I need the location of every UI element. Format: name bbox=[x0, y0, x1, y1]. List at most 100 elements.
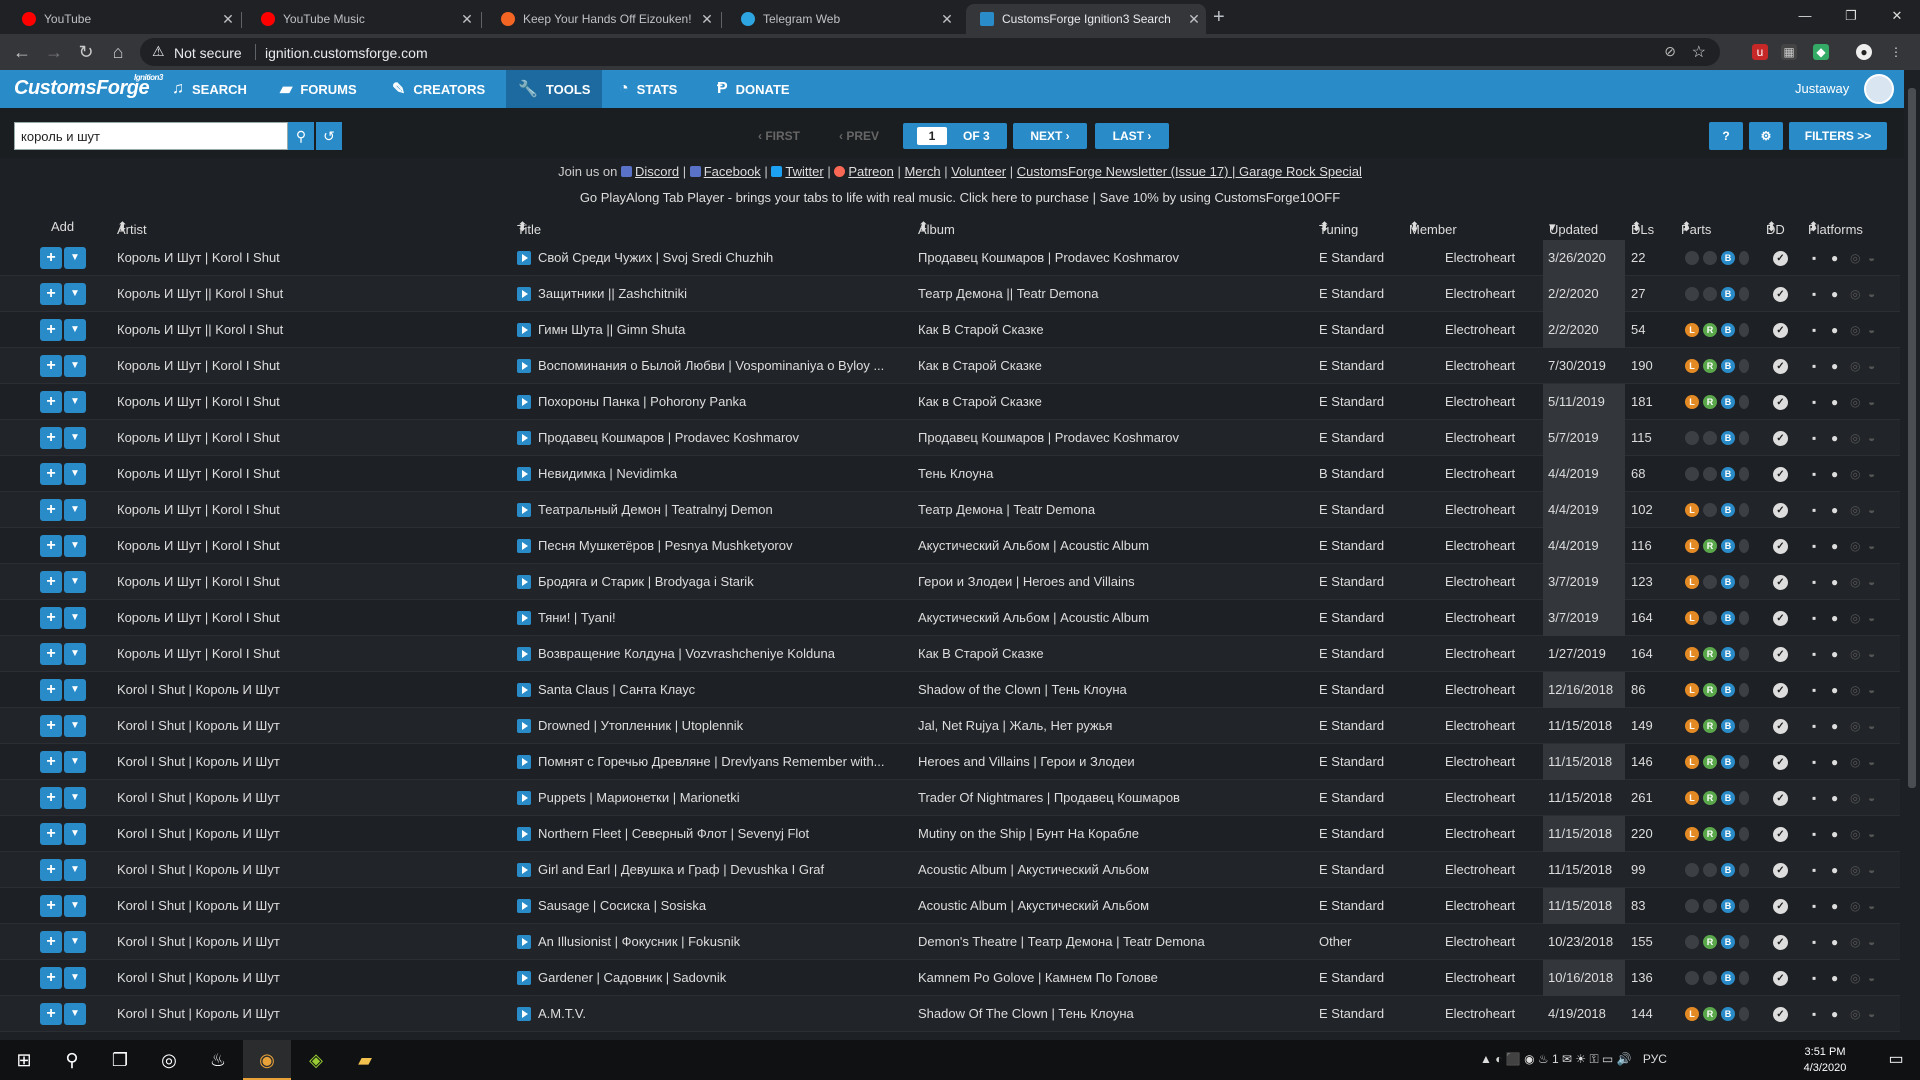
add-dropdown-button[interactable]: ▼ bbox=[64, 643, 86, 665]
col-member-sort[interactable]: Member ⬍ bbox=[1409, 219, 1457, 237]
task-view-button[interactable]: ❐ bbox=[96, 1040, 144, 1080]
chrome-app[interactable]: ◉ bbox=[243, 1040, 291, 1080]
browser-tab-youtube[interactable]: YouTube ✕ bbox=[8, 4, 240, 34]
member-cell[interactable]: Electroheart bbox=[1445, 1006, 1540, 1021]
browser-tab-youtube-music[interactable]: YouTube Music ✕ bbox=[247, 4, 479, 34]
member-cell[interactable]: Electroheart bbox=[1445, 682, 1540, 697]
member-cell[interactable]: Electroheart bbox=[1445, 538, 1540, 553]
nav-creators[interactable]: ✎ CREATORS bbox=[380, 70, 497, 108]
blocked-content-icon[interactable]: ⊘ bbox=[1664, 43, 1676, 60]
col-title-sort[interactable]: Title ⬍ bbox=[517, 219, 541, 237]
artist-cell[interactable]: Korol I Shut | Король И Шут bbox=[117, 898, 507, 913]
artist-cell[interactable]: Korol I Shut | Король И Шут bbox=[117, 1006, 507, 1021]
artist-cell[interactable]: Король И Шут || Korol I Shut bbox=[117, 322, 507, 337]
play-preview-icon[interactable] bbox=[517, 467, 531, 481]
col-platforms-sort[interactable]: Platforms ⬍ bbox=[1808, 219, 1863, 237]
member-cell[interactable]: Electroheart bbox=[1445, 970, 1540, 985]
close-tab-icon[interactable]: ✕ bbox=[1182, 11, 1206, 28]
playalong-promo-link[interactable]: Go PlayAlong Tab Player - brings your ta… bbox=[0, 190, 1920, 205]
add-to-queue-button[interactable]: + bbox=[40, 607, 62, 629]
play-preview-icon[interactable] bbox=[517, 899, 531, 913]
add-to-queue-button[interactable]: + bbox=[40, 643, 62, 665]
restore-window-button[interactable]: ❐ bbox=[1828, 3, 1874, 29]
add-dropdown-button[interactable]: ▼ bbox=[64, 247, 86, 269]
extension-icon[interactable]: ▦ bbox=[1781, 44, 1797, 60]
member-cell[interactable]: Electroheart bbox=[1445, 790, 1540, 805]
play-preview-icon[interactable] bbox=[517, 863, 531, 877]
add-to-queue-button[interactable]: + bbox=[40, 931, 62, 953]
artist-cell[interactable]: Korol I Shut | Король И Шут bbox=[117, 970, 507, 985]
reload-button[interactable]: ↻ bbox=[74, 40, 98, 64]
add-to-queue-button[interactable]: + bbox=[40, 319, 62, 341]
add-dropdown-button[interactable]: ▼ bbox=[64, 1003, 86, 1025]
extension-icon[interactable]: ◆ bbox=[1813, 44, 1829, 60]
play-preview-icon[interactable] bbox=[517, 251, 531, 265]
add-dropdown-button[interactable]: ▼ bbox=[64, 427, 86, 449]
add-dropdown-button[interactable]: ▼ bbox=[64, 571, 86, 593]
artist-cell[interactable]: Korol I Shut | Король И Шут bbox=[117, 826, 507, 841]
home-button[interactable]: ⌂ bbox=[106, 40, 130, 64]
play-preview-icon[interactable] bbox=[517, 971, 531, 985]
col-updated-sort[interactable]: Updated ▾ bbox=[1549, 219, 1598, 237]
member-cell[interactable]: Electroheart bbox=[1445, 826, 1540, 841]
add-dropdown-button[interactable]: ▼ bbox=[64, 607, 86, 629]
forward-button[interactable]: → bbox=[42, 40, 66, 64]
username[interactable]: Justaway bbox=[1795, 81, 1849, 96]
add-dropdown-button[interactable]: ▼ bbox=[64, 283, 86, 305]
member-cell[interactable]: Electroheart bbox=[1445, 862, 1540, 877]
title-cell[interactable]: Похороны Панка | Pohorony Panka bbox=[538, 394, 908, 409]
first-page-button[interactable]: ‹ FIRST bbox=[752, 123, 806, 149]
user-avatar[interactable] bbox=[1864, 74, 1894, 104]
artist-cell[interactable]: Король И Шут | Korol I Shut bbox=[117, 574, 507, 589]
close-tab-icon[interactable]: ✕ bbox=[935, 11, 959, 28]
member-cell[interactable]: Electroheart bbox=[1445, 574, 1540, 589]
title-cell[interactable]: Свой Среди Чужих | Svoj Sredi Chuzhih bbox=[538, 250, 908, 265]
artist-cell[interactable]: Korol I Shut | Король И Шут bbox=[117, 718, 507, 733]
member-cell[interactable]: Electroheart bbox=[1445, 250, 1540, 265]
newsletter-link[interactable]: CustomsForge Newsletter (Issue 17) | Gar… bbox=[1017, 164, 1362, 179]
artist-cell[interactable]: Korol I Shut | Король И Шут bbox=[117, 934, 507, 949]
member-cell[interactable]: Electroheart bbox=[1445, 466, 1540, 481]
add-to-queue-button[interactable]: + bbox=[40, 535, 62, 557]
title-cell[interactable]: Drowned | Утопленник | Utoplennik bbox=[538, 718, 908, 733]
scrollbar-thumb[interactable] bbox=[1908, 88, 1916, 788]
settings-button[interactable]: ⚙ bbox=[1749, 122, 1783, 150]
add-dropdown-button[interactable]: ▼ bbox=[64, 463, 86, 485]
add-to-queue-button[interactable]: + bbox=[40, 499, 62, 521]
add-to-queue-button[interactable]: + bbox=[40, 787, 62, 809]
member-cell[interactable]: Electroheart bbox=[1445, 430, 1540, 445]
col-tuning-sort[interactable]: Tuning ⬍ bbox=[1319, 219, 1358, 237]
nav-search[interactable]: ♫ SEARCH bbox=[160, 70, 259, 108]
add-dropdown-button[interactable]: ▼ bbox=[64, 319, 86, 341]
artist-cell[interactable]: Король И Шут | Korol I Shut bbox=[117, 358, 507, 373]
start-button[interactable]: ⊞ bbox=[0, 1040, 48, 1080]
add-dropdown-button[interactable]: ▼ bbox=[64, 895, 86, 917]
add-to-queue-button[interactable]: + bbox=[40, 283, 62, 305]
title-cell[interactable]: Gardener | Садовник | Sadovnik bbox=[538, 970, 908, 985]
search-input[interactable]: король и шут bbox=[14, 122, 288, 150]
nav-donate[interactable]: Ᵽ DONATE bbox=[705, 70, 802, 108]
clock[interactable]: 3:51 PM 4/3/2020 bbox=[1785, 1044, 1865, 1076]
xbox-app[interactable]: ◎ bbox=[145, 1040, 193, 1080]
play-preview-icon[interactable] bbox=[517, 287, 531, 301]
col-dd-sort[interactable]: DD ⬍ bbox=[1766, 219, 1785, 237]
browser-tab-customsforge[interactable]: CustomsForge Ignition3 Search ✕ bbox=[966, 4, 1206, 34]
url-text[interactable]: ignition.customsforge.com bbox=[265, 45, 428, 61]
title-cell[interactable]: Театральный Демон | Teatralnyj Demon bbox=[538, 502, 908, 517]
add-dropdown-button[interactable]: ▼ bbox=[64, 967, 86, 989]
next-page-button[interactable]: NEXT › bbox=[1013, 123, 1087, 149]
add-dropdown-button[interactable]: ▼ bbox=[64, 715, 86, 737]
artist-cell[interactable]: Korol I Shut | Король И Шут bbox=[117, 754, 507, 769]
member-cell[interactable]: Electroheart bbox=[1445, 286, 1540, 301]
tray-icons[interactable]: ▲ ◐ ⬛ ◉ ♨ 1 ✉ ☀ ⚿ ▭ 🔊 bbox=[1480, 1052, 1632, 1066]
add-to-queue-button[interactable]: + bbox=[40, 427, 62, 449]
add-to-queue-button[interactable]: + bbox=[40, 571, 62, 593]
artist-cell[interactable]: Король И Шут | Korol I Shut bbox=[117, 502, 507, 517]
col-album-sort[interactable]: Album ⬍ bbox=[918, 219, 955, 237]
add-to-queue-button[interactable]: + bbox=[40, 679, 62, 701]
close-tab-icon[interactable]: ✕ bbox=[455, 11, 479, 28]
close-tab-icon[interactable]: ✕ bbox=[695, 11, 719, 28]
member-cell[interactable]: Electroheart bbox=[1445, 934, 1540, 949]
artist-cell[interactable]: Король И Шут | Korol I Shut bbox=[117, 394, 507, 409]
minimize-window-button[interactable]: — bbox=[1782, 3, 1828, 29]
